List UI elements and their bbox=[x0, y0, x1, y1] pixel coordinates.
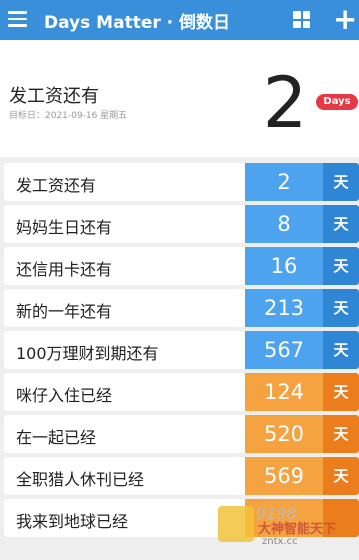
featured-event-card[interactable]: 发工资还有 目标日：2021-09-16 星期五 2 Days bbox=[0, 40, 359, 157]
watermark-logo bbox=[218, 506, 254, 542]
event-row[interactable]: 还信用卡还有 16 天 bbox=[4, 247, 359, 285]
event-row[interactable]: 妈妈生日还有 8 天 bbox=[4, 205, 359, 243]
event-label: 发工资还有 bbox=[16, 176, 97, 195]
event-label: 咪仔入住已经 bbox=[16, 386, 113, 405]
event-day-unit: 天 bbox=[323, 373, 359, 411]
event-label: 100万理财到期还有 bbox=[16, 344, 159, 363]
event-day-count: 124 bbox=[245, 373, 323, 411]
event-row[interactable]: 新的一年还有 213 天 bbox=[4, 289, 359, 327]
event-day-unit: 天 bbox=[323, 415, 359, 453]
event-label: 还信用卡还有 bbox=[16, 260, 113, 279]
event-label: 妈妈生日还有 bbox=[16, 218, 113, 237]
watermark: 9198 大神智能天下 zntx.cc bbox=[218, 504, 359, 552]
featured-event-count: 2 bbox=[262, 62, 308, 144]
event-row[interactable]: 全职猎人休刊已经 569 天 bbox=[4, 457, 359, 495]
grid-view-icon[interactable] bbox=[293, 11, 310, 28]
event-day-unit: 天 bbox=[323, 163, 359, 201]
event-day-count: 213 bbox=[245, 289, 323, 327]
menu-icon[interactable] bbox=[8, 10, 28, 28]
event-day-unit: 天 bbox=[323, 289, 359, 327]
event-day-unit: 天 bbox=[323, 331, 359, 369]
event-label: 我来到地球已经 bbox=[16, 512, 129, 531]
add-event-button[interactable]: + bbox=[333, 3, 357, 35]
event-row[interactable]: 咪仔入住已经 124 天 bbox=[4, 373, 359, 411]
app-title: Days Matter · 倒数日 bbox=[44, 13, 231, 33]
event-row[interactable]: 100万理财到期还有 567 天 bbox=[4, 331, 359, 369]
featured-event-title: 发工资还有 bbox=[9, 86, 99, 107]
event-day-unit: 天 bbox=[323, 247, 359, 285]
event-day-count: 2 bbox=[245, 163, 323, 201]
event-label: 全职猎人休刊已经 bbox=[16, 470, 145, 489]
event-row[interactable]: 在一起已经 520 天 bbox=[4, 415, 359, 453]
featured-event-target-date: 目标日：2021-09-16 星期五 bbox=[9, 111, 128, 121]
event-day-count: 569 bbox=[245, 457, 323, 495]
event-day-unit: 天 bbox=[323, 205, 359, 243]
event-row[interactable]: 发工资还有 2 天 bbox=[4, 163, 359, 201]
event-day-unit: 天 bbox=[323, 457, 359, 495]
event-label: 新的一年还有 bbox=[16, 302, 113, 321]
event-day-count: 567 bbox=[245, 331, 323, 369]
watermark-name: 大神智能天下 bbox=[258, 522, 337, 537]
event-day-count: 520 bbox=[245, 415, 323, 453]
top-app-bar: Days Matter · 倒数日 + bbox=[0, 0, 359, 40]
days-badge: Days bbox=[316, 94, 358, 110]
event-label: 在一起已经 bbox=[16, 428, 97, 447]
watermark-url: zntx.cc bbox=[262, 536, 298, 547]
event-day-count: 16 bbox=[245, 247, 323, 285]
event-day-count: 8 bbox=[245, 205, 323, 243]
